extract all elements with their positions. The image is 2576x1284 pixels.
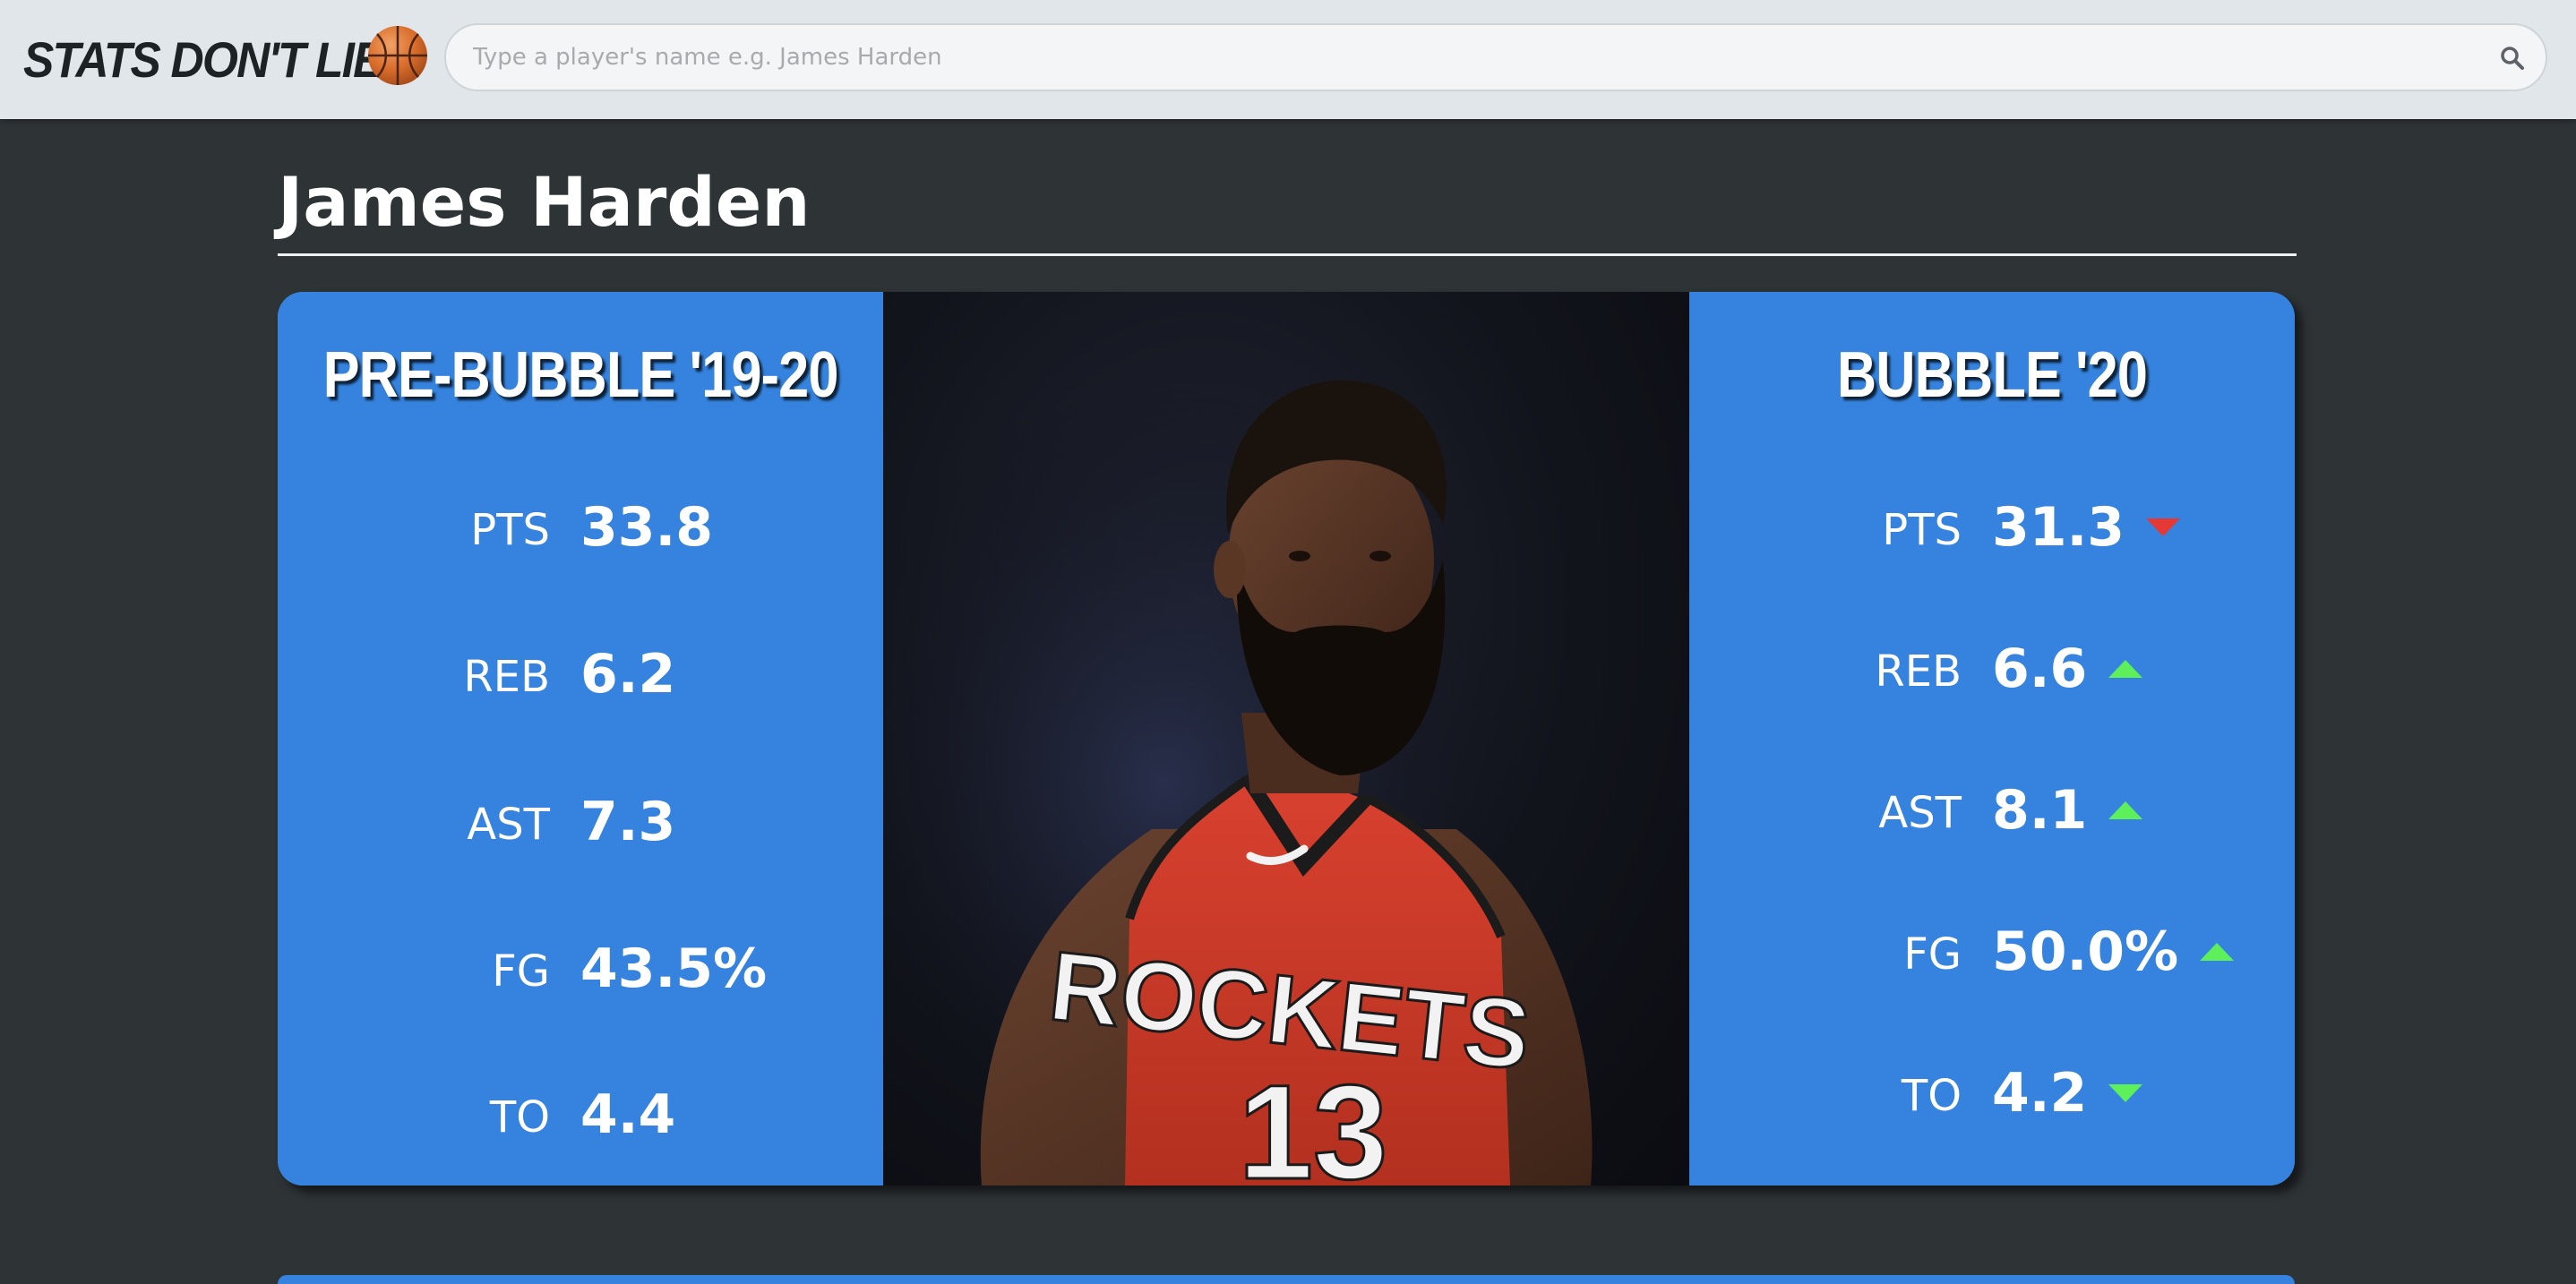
stat-row-reb: REB 6.6: [1689, 636, 2295, 707]
stat-value: 4.2: [1992, 1062, 2088, 1125]
pre-bubble-title: PRE-BUBBLE '19-20: [322, 339, 839, 411]
bubble-title: BUBBLE '20: [1836, 339, 2148, 411]
stat-value: 7.3: [580, 791, 676, 853]
stat-row-to: TO 4.4: [278, 1082, 883, 1153]
stat-row-pts: PTS 31.3: [1689, 494, 2295, 566]
stat-value: 31.3: [1992, 496, 2125, 559]
trend-up-icon: [2200, 943, 2235, 961]
player-name-heading: James Harden: [278, 162, 811, 242]
player-photo: ROCKETS 13: [883, 292, 1689, 1186]
stat-value: 33.8: [580, 496, 714, 559]
stat-row-reb: REB 6.2: [278, 641, 883, 713]
bubble-panel: BUBBLE '20 PTS 31.3 REB 6.6 AST 8.1 FG 5…: [1689, 292, 2295, 1186]
stat-value-wrap: 4.2: [1992, 1062, 2143, 1125]
trend-up-icon: [2108, 801, 2143, 819]
stat-label: TO: [489, 1092, 550, 1143]
stat-value-wrap: 50.0%: [1992, 920, 2235, 983]
stat-value-wrap: 8.1: [1992, 779, 2143, 842]
stat-value: 8.1: [1992, 779, 2088, 842]
trend-up-icon: [2108, 660, 2143, 678]
stat-label: FG: [492, 946, 550, 997]
site-logo-text: STATS DON'T LIE: [23, 30, 383, 88]
stat-value: 43.5%: [580, 937, 768, 1000]
top-navigation-bar: STATS DON'T LIE: [0, 0, 2576, 119]
svg-text:13: 13: [1239, 1057, 1388, 1186]
stat-row-fg: FG 50.0%: [1689, 919, 2295, 990]
basketball-icon: [368, 26, 427, 85]
pre-bubble-panel: PRE-BUBBLE '19-20 PTS 33.8 REB 6.2 AST 7…: [278, 292, 883, 1186]
stat-value-wrap: 31.3: [1992, 496, 2181, 559]
stat-value: 4.4: [580, 1083, 676, 1146]
stat-row-ast: AST 7.3: [278, 789, 883, 860]
trend-down-icon: [2108, 1084, 2143, 1102]
stat-value: 50.0%: [1992, 920, 2179, 983]
stat-row-fg: FG 43.5%: [278, 936, 883, 1007]
heading-divider: [278, 253, 2297, 256]
stat-label: REB: [463, 652, 550, 702]
stat-row-ast: AST 8.1: [1689, 777, 2295, 849]
player-search-bar: [444, 23, 2547, 91]
site-logo[interactable]: STATS DON'T LIE: [23, 23, 427, 95]
stat-label: PTS: [470, 505, 550, 555]
stat-value: 6.2: [580, 643, 676, 706]
stat-value: 6.6: [1992, 638, 2088, 700]
stat-label: TO: [1901, 1071, 1962, 1121]
stat-row-to: TO 4.2: [1689, 1060, 2295, 1132]
trend-down-icon: [2146, 518, 2181, 536]
next-section-edge: [278, 1275, 2295, 1284]
search-icon[interactable]: [2499, 45, 2526, 72]
player-search-input[interactable]: [471, 25, 2477, 90]
stat-value-wrap: 6.6: [1992, 638, 2143, 700]
stat-label: PTS: [1882, 505, 1962, 555]
stat-label: REB: [1875, 646, 1962, 697]
player-photo-illustration: ROCKETS 13: [883, 292, 1689, 1186]
stat-row-pts: PTS 33.8: [278, 494, 883, 566]
stat-label: AST: [1878, 788, 1962, 838]
stat-label: AST: [467, 800, 550, 850]
stat-label: FG: [1903, 929, 1962, 980]
stats-comparison-card: PRE-BUBBLE '19-20 PTS 33.8 REB 6.2 AST 7…: [278, 292, 2295, 1186]
